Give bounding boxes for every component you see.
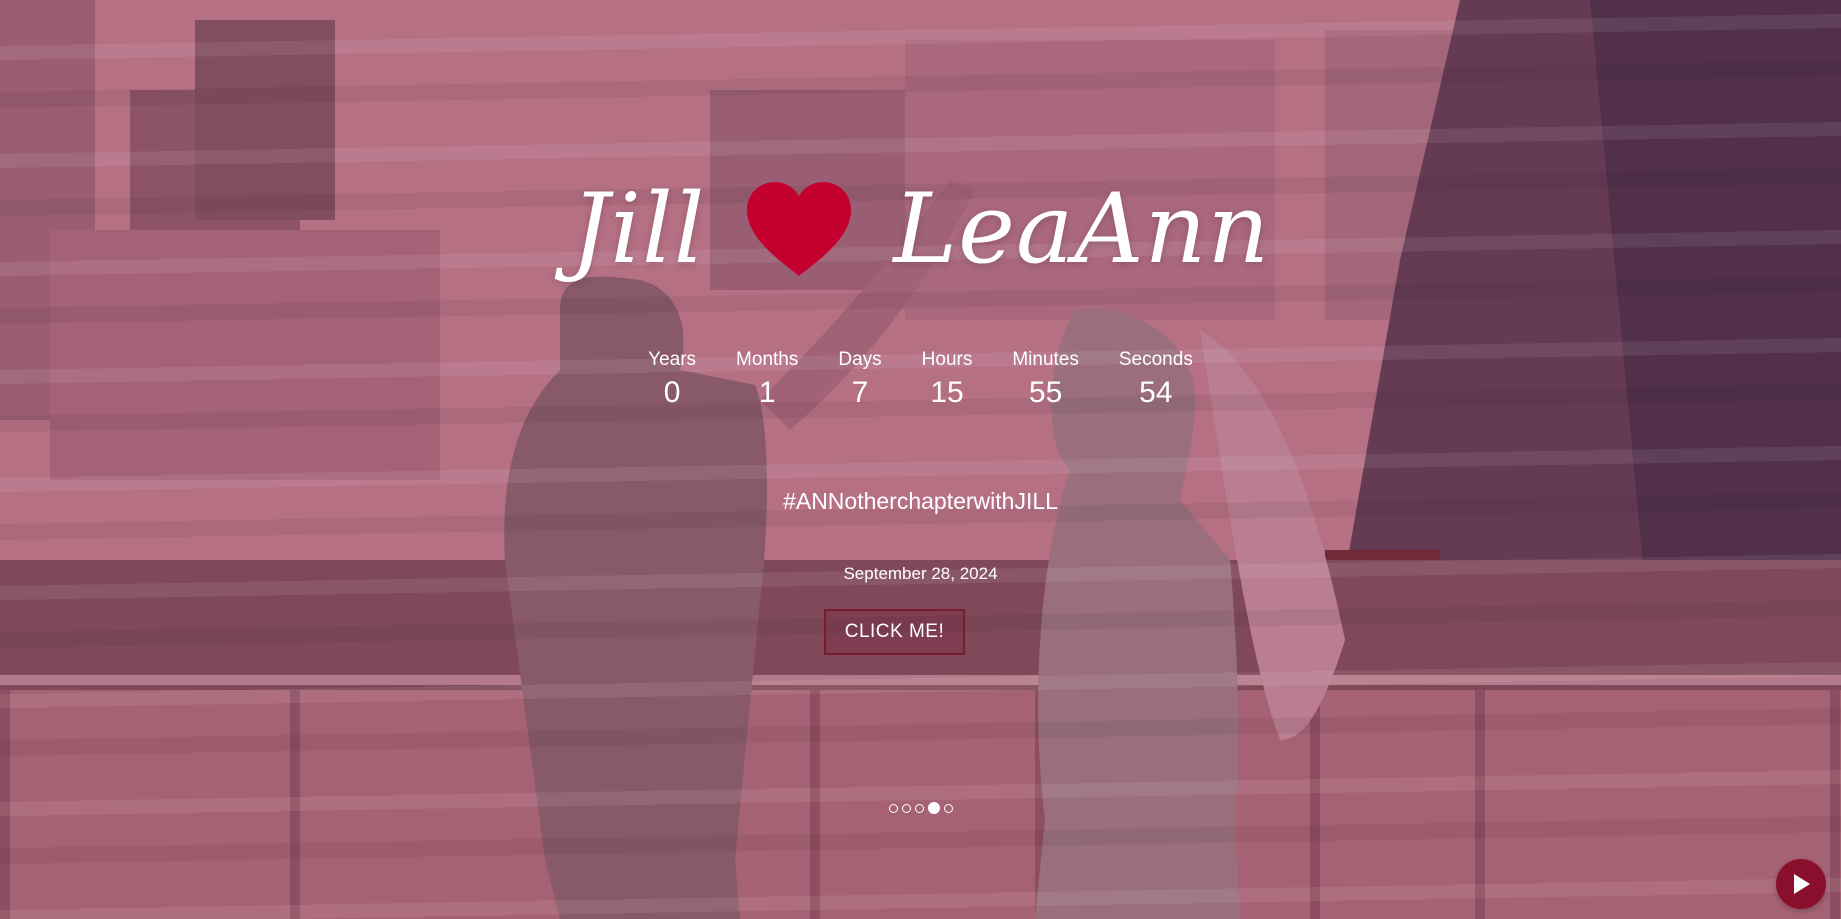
couple-names: Jill LeaAnn (0, 180, 1841, 278)
slider-dot-1[interactable] (888, 803, 898, 813)
countdown-label: Years (648, 349, 697, 370)
countdown-label: Hours (921, 349, 973, 370)
countdown-value: 55 (1028, 376, 1063, 409)
countdown-years: Years 0 (648, 350, 696, 411)
countdown-months: Months 1 (736, 350, 798, 411)
countdown-label: Seconds (1118, 349, 1193, 370)
countdown-value: 1 (758, 376, 776, 409)
heart-icon (743, 180, 855, 278)
slider-dot-5[interactable] (943, 803, 953, 813)
countdown-label: Minutes (1012, 349, 1079, 370)
countdown-value: 54 (1139, 376, 1173, 409)
countdown-value: 0 (663, 376, 681, 409)
countdown-days: Days 7 (838, 350, 881, 411)
slider-dots (0, 802, 1841, 814)
countdown-label: Days (838, 349, 882, 370)
countdown-timer: Years 0 Months 1 Days 7 Hours 15 Minutes… (0, 350, 1841, 411)
countdown-value: 7 (851, 376, 869, 409)
play-icon (1794, 874, 1810, 894)
name-right: LeaAnn (893, 173, 1271, 285)
countdown-seconds: Seconds 54 (1119, 350, 1193, 411)
countdown-value: 15 (930, 376, 964, 409)
name-left: Jill (570, 173, 706, 285)
slider-dot-3[interactable] (914, 803, 924, 813)
hashtag-text: #ANNotherchapterwithJILL (783, 488, 1058, 514)
slider-dot-4-active[interactable] (927, 802, 940, 814)
countdown-minutes: Minutes 55 (1012, 350, 1079, 411)
slider-dot-2[interactable] (901, 803, 911, 813)
click-me-button[interactable]: CLICK ME! (824, 609, 965, 655)
hero-content: Jill LeaAnn Years 0 Months 1 Days 7 Hour… (0, 0, 1841, 919)
hero-section: Jill LeaAnn Years 0 Months 1 Days 7 Hour… (0, 0, 1841, 919)
countdown-hours: Hours 15 (922, 350, 973, 411)
wedding-date: September 28, 2024 (843, 564, 998, 583)
countdown-label: Months (736, 349, 799, 370)
music-play-button[interactable] (1776, 859, 1826, 909)
